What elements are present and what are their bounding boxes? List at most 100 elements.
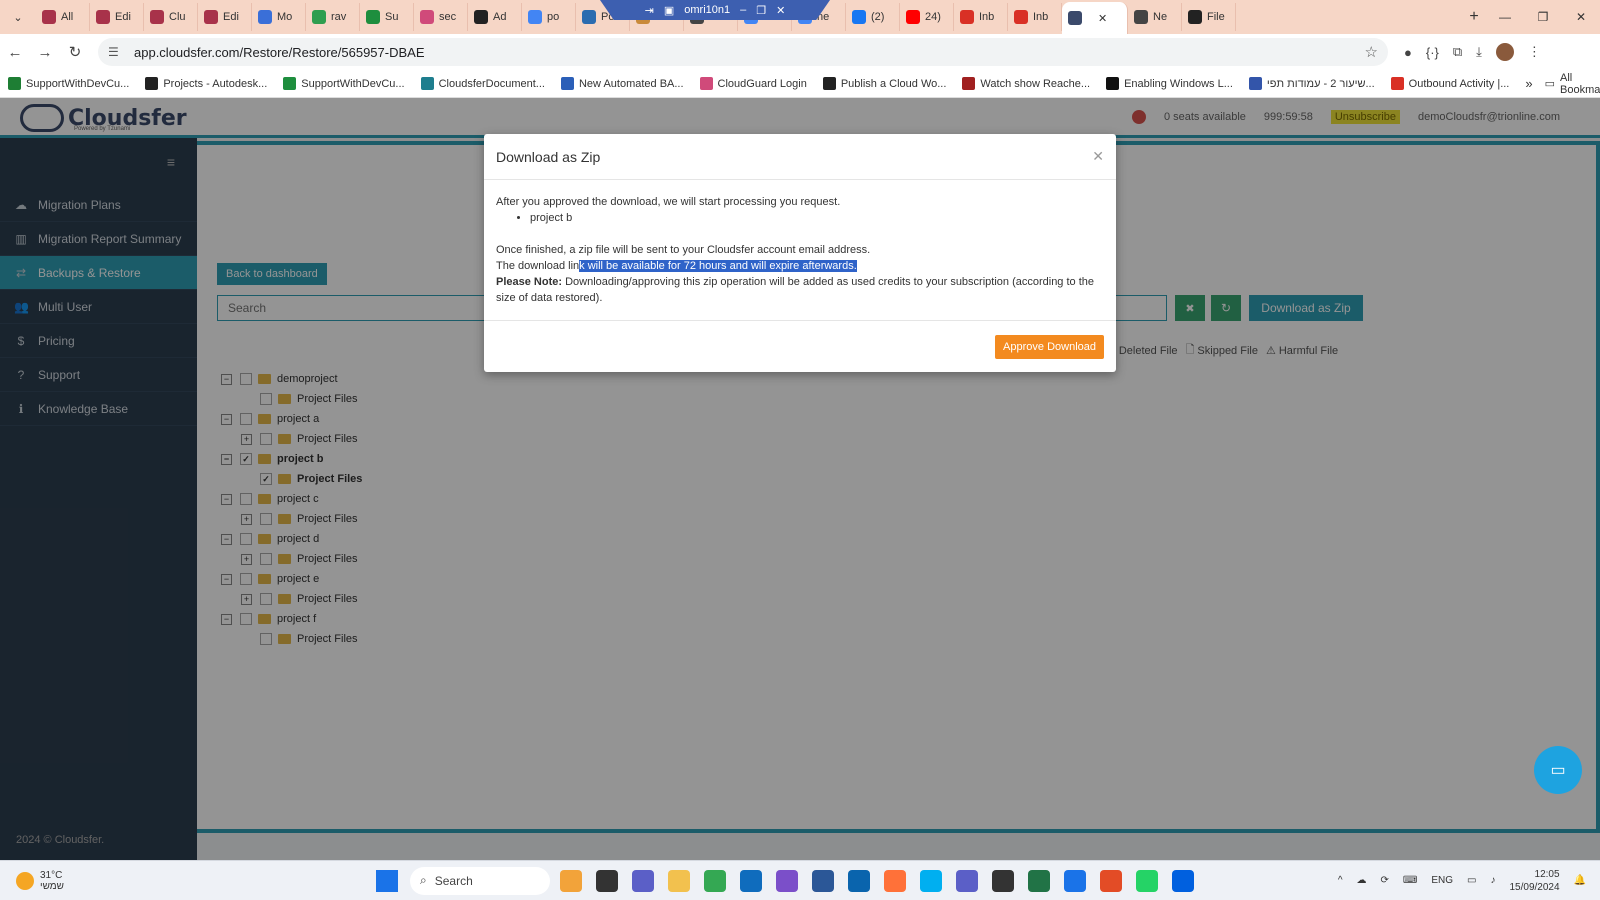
close-window-icon[interactable]: ✕ [1562,0,1600,34]
taskbar-search[interactable]: ⌕ Search [410,866,550,895]
sync-icon[interactable]: ⟳ [1381,875,1389,886]
more-bookmarks-icon[interactable]: » [1525,76,1532,91]
bookmark-item[interactable]: CloudsferDocument... [420,77,545,90]
url-text[interactable]: app.cloudsfer.com/Restore/Restore/565957… [134,45,1365,60]
bookmark-star-icon[interactable]: ☆ [1365,43,1378,61]
notepad-icon[interactable] [1064,869,1086,892]
onepassword-icon[interactable] [1172,869,1194,892]
pin-icon[interactable]: ⇥ [645,4,654,17]
browser-tab[interactable]: po [522,3,576,31]
browser-tab[interactable]: rav [306,3,360,31]
bookmark-item[interactable]: Watch show Reache... [962,77,1090,90]
browser-tab[interactable]: Inb [954,3,1008,31]
file-explorer-icon[interactable] [668,869,690,892]
excel-icon[interactable] [1028,869,1050,892]
bookmark-item[interactable]: CloudGuard Login [699,77,807,90]
bookmark-favicon-icon [8,77,21,90]
browser-tab[interactable]: Edi [198,3,252,31]
forward-icon[interactable]: → [30,44,60,61]
browser-tab[interactable]: (2) [846,3,900,31]
browser-tab[interactable]: Ne [1128,3,1182,31]
address-bar[interactable]: ☰ app.cloudsfer.com/Restore/Restore/5659… [98,38,1388,66]
bookmark-favicon-icon [1390,77,1404,90]
outlook-icon[interactable] [848,869,870,892]
bookmark-label: New Automated BA... [578,77,684,90]
language-indicator[interactable]: ENG [1431,875,1453,886]
volume-icon[interactable]: ♪ [1490,875,1495,886]
clock[interactable]: 12:05 15/09/2024 [1509,868,1559,894]
browser-tab[interactable]: Clu [144,3,198,31]
tab-favicon-icon [1188,10,1202,24]
minimize-icon[interactable]: — [1486,0,1524,34]
teams-icon[interactable] [956,869,978,892]
onedrive-icon[interactable]: ☁ [1357,875,1367,886]
browser-tab[interactable]: Ad [468,3,522,31]
chrome-icon[interactable] [704,869,726,892]
browser-tab[interactable]: 24) [900,3,954,31]
tab-favicon-icon [1134,10,1148,24]
powershell-icon[interactable] [812,869,834,892]
chat-icon[interactable]: ▭ [1534,746,1582,794]
remote-close-icon[interactable]: ✕ [776,4,785,17]
code-extension-icon[interactable]: {·} [1426,45,1439,60]
browser-tab[interactable]: File [1182,3,1236,31]
profile-avatar[interactable] [1495,43,1514,61]
browser-tab[interactable]: Su [360,3,414,31]
bookmark-item[interactable]: Enabling Windows L... [1106,77,1233,90]
browser-tab[interactable]: sec [414,3,468,31]
approve-download-button[interactable]: Approve Download [995,335,1104,359]
bookmark-item[interactable]: Publish a Cloud Wo... [822,77,946,90]
clock-time: 12:05 [1534,868,1560,880]
notification-bell-icon[interactable]: 🔔 [1574,875,1586,886]
bookmark-label: CloudsferDocument... [438,77,545,90]
weather-widget[interactable]: 31°C שמשי [16,870,376,892]
tab-search-button[interactable]: ⌄ [6,5,30,29]
whatsapp-icon[interactable] [1136,869,1158,892]
site-info-icon[interactable]: ☰ [108,45,124,59]
remote-restore-icon[interactable]: ❐ [756,4,766,17]
bookmark-item[interactable]: New Automated BA... [560,77,684,90]
store-icon[interactable] [740,869,762,892]
tray-chevron-icon[interactable]: ^ [1338,875,1343,886]
bookmark-item[interactable]: Outbound Activity |... [1390,77,1509,90]
task-view-icon[interactable] [596,869,618,892]
bookmark-item[interactable]: SupportWithDevCu... [283,77,405,90]
close-icon[interactable]: ✕ [1092,148,1104,165]
browser-menu-icon[interactable]: ⋮ [1528,44,1541,60]
tab-close-icon[interactable]: ✕ [1098,12,1107,25]
browser-tab[interactable]: Edi [90,3,144,31]
keyboard-icon[interactable]: ⌨ [1403,875,1417,886]
remote-session-bar[interactable]: ⇥ ▣ omri10n1 – ❐ ✕ [600,0,830,20]
bookmark-item[interactable]: SupportWithDevCu... [8,77,129,90]
network-icon[interactable]: ▭ [1467,875,1476,886]
restore-icon[interactable]: ❐ [1524,0,1562,34]
cookie-extension-icon[interactable]: ● [1404,45,1412,60]
remote-desktop-icon[interactable] [992,869,1014,892]
modal-title: Download as Zip [496,148,601,165]
browser-tab[interactable]: Mo [252,3,306,31]
bookmark-item[interactable]: Projects - Autodesk... [145,77,267,90]
bookmark-favicon-icon [699,77,713,90]
browser-tab[interactable]: All [36,3,90,31]
teams-chat-icon[interactable] [632,869,654,892]
snipping-icon[interactable] [1100,869,1122,892]
reload-icon[interactable]: ↻ [60,43,90,61]
extensions-icon[interactable]: ⧉ [1453,44,1462,60]
bookmark-item[interactable]: שיעור 2 - עמודות תפי... [1248,77,1375,90]
tab-favicon-icon [1014,10,1028,24]
windows-start-icon[interactable] [376,869,398,892]
all-bookmarks[interactable]: ▭ All Bookmarks [1545,72,1600,96]
skype-icon[interactable] [920,869,942,892]
modal-body: After you approved the download, we will… [484,180,1116,306]
new-tab-button[interactable]: + [1462,8,1486,26]
work-app-icon[interactable] [560,869,582,892]
remote-minimize-icon[interactable]: – [740,4,746,16]
browser-tab[interactable]: ✕ [1062,2,1128,34]
back-icon[interactable]: ← [0,44,30,61]
modal-line-link: The download link will be available for … [496,258,1104,274]
firefox-icon[interactable] [884,869,906,892]
note-text: Downloading/approving this zip operation… [496,276,1095,304]
browser-tab[interactable]: Inb [1008,3,1062,31]
download-icon[interactable]: ⤓ [1476,44,1482,60]
visual-studio-icon[interactable] [776,869,798,892]
